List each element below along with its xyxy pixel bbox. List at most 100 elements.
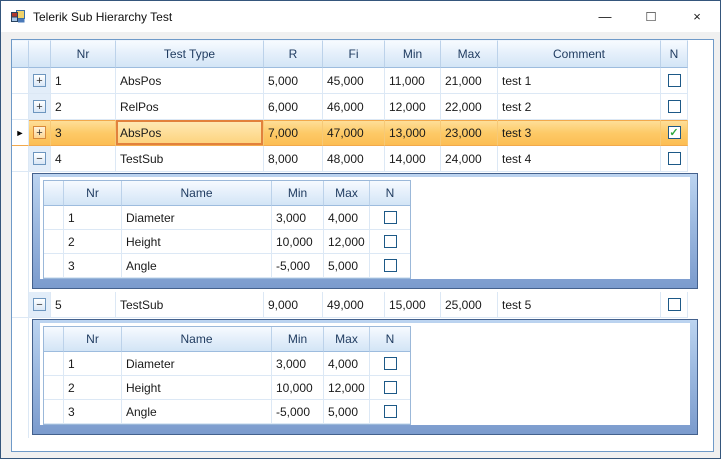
close-button[interactable]: × [674,1,720,32]
column-header-nr[interactable]: Nr [51,40,116,68]
subgrid-cell-max[interactable]: 12,000 [324,376,370,400]
column-header-max[interactable]: Max [441,40,498,68]
cell-r[interactable]: 9,000 [264,292,323,318]
cell-max[interactable]: 25,000 [441,292,498,318]
cell-test-type[interactable]: RelPos [116,94,264,120]
subgrid-cell-nr[interactable]: 2 [64,376,122,400]
subgrid-cell-nr[interactable]: 1 [64,352,122,376]
cell-test-type[interactable]: TestSub [116,146,264,172]
expand-icon[interactable]: + [33,74,46,87]
subgrid-column-header-nr[interactable]: Nr [64,181,122,206]
header-expander [29,40,51,68]
subgrid-column-header-min[interactable]: Min [272,181,324,206]
subgrid-cell-max[interactable]: 12,000 [324,230,370,254]
cell-min[interactable]: 15,000 [385,292,441,318]
cell-test-type[interactable]: AbsPos [116,68,264,94]
subgrid-cell-name[interactable]: Height [122,376,272,400]
subgrid-cell-max[interactable]: 5,000 [324,254,370,278]
cell-comment[interactable]: test 4 [498,146,661,172]
subgrid-column-header-nr[interactable]: Nr [64,327,122,352]
checkbox-checked[interactable]: ✓ [668,126,681,139]
row-filler [688,292,713,318]
column-header-fi[interactable]: Fi [323,40,385,68]
checkbox[interactable] [384,211,397,224]
subgrid-column-header-name[interactable]: Name [122,181,272,206]
subgrid-column-header-max[interactable]: Max [324,327,370,352]
cell-n [661,68,688,94]
cell-max[interactable]: 21,000 [441,68,498,94]
subgrid-header-indicator [44,327,64,352]
subgrid-cell-nr[interactable]: 2 [64,230,122,254]
minimize-button[interactable]: — [582,1,628,32]
subgrid-cell-name[interactable]: Height [122,230,272,254]
subgrid-cell-max[interactable]: 4,000 [324,206,370,230]
checkbox[interactable] [668,100,681,113]
cell-r[interactable]: 7,000 [264,120,323,146]
subgrid-column-header-n[interactable]: N [370,181,410,206]
subgrid-cell-nr[interactable]: 3 [64,400,122,424]
checkbox[interactable] [668,298,681,311]
cell-comment[interactable]: test 5 [498,292,661,318]
checkbox[interactable] [668,74,681,87]
subgrid-column-header-min[interactable]: Min [272,327,324,352]
cell-min[interactable]: 14,000 [385,146,441,172]
cell-max[interactable]: 22,000 [441,94,498,120]
subgrid-column-header-n[interactable]: N [370,327,410,352]
subgrid-cell-min[interactable]: 3,000 [272,206,324,230]
subgrid-cell-min[interactable]: 10,000 [272,230,324,254]
maximize-button[interactable]: □ [628,1,674,32]
subgrid-cell-nr[interactable]: 3 [64,254,122,278]
cell-nr[interactable]: 3 [51,120,116,146]
subgrid-cell-max[interactable]: 5,000 [324,400,370,424]
cell-comment[interactable]: test 1 [498,68,661,94]
cell-min[interactable]: 11,000 [385,68,441,94]
cell-nr[interactable]: 5 [51,292,116,318]
cell-min[interactable]: 13,000 [385,120,441,146]
cell-fi[interactable]: 48,000 [323,146,385,172]
subgrid-column-header-max[interactable]: Max [324,181,370,206]
subgrid-cell-name[interactable]: Angle [122,400,272,424]
cell-fi[interactable]: 46,000 [323,94,385,120]
checkbox[interactable] [384,381,397,394]
subgrid-cell-max[interactable]: 4,000 [324,352,370,376]
subgrid-cell-name[interactable]: Diameter [122,352,272,376]
subgrid-cell-min[interactable]: 10,000 [272,376,324,400]
cell-comment[interactable]: test 2 [498,94,661,120]
cell-r[interactable]: 8,000 [264,146,323,172]
expand-icon[interactable]: + [33,100,46,113]
cell-max[interactable]: 24,000 [441,146,498,172]
cell-nr[interactable]: 2 [51,94,116,120]
subgrid-cell-nr[interactable]: 1 [64,206,122,230]
cell-max[interactable]: 23,000 [441,120,498,146]
column-header-min[interactable]: Min [385,40,441,68]
checkbox[interactable] [384,235,397,248]
subgrid-column-header-name[interactable]: Name [122,327,272,352]
checkbox[interactable] [384,357,397,370]
column-header-n[interactable]: N [661,40,688,68]
collapse-icon[interactable]: − [33,298,46,311]
checkbox[interactable] [384,259,397,272]
cell-comment[interactable]: test 3 [498,120,661,146]
cell-r[interactable]: 5,000 [264,68,323,94]
cell-test-type[interactable]: TestSub [116,292,264,318]
checkbox[interactable] [384,405,397,418]
cell-r[interactable]: 6,000 [264,94,323,120]
collapse-icon[interactable]: − [33,152,46,165]
cell-nr[interactable]: 4 [51,146,116,172]
checkbox[interactable] [668,152,681,165]
cell-min[interactable]: 12,000 [385,94,441,120]
cell-fi[interactable]: 49,000 [323,292,385,318]
subgrid-cell-min[interactable]: -5,000 [272,254,324,278]
subgrid-cell-name[interactable]: Diameter [122,206,272,230]
cell-fi[interactable]: 45,000 [323,68,385,94]
column-header-r[interactable]: R [264,40,323,68]
cell-fi[interactable]: 47,000 [323,120,385,146]
column-header-comment[interactable]: Comment [498,40,661,68]
column-header-test-type[interactable]: Test Type [116,40,264,68]
subgrid-cell-name[interactable]: Angle [122,254,272,278]
expand-icon[interactable]: + [33,126,46,139]
current-cell-test-type[interactable]: AbsPos [116,120,264,146]
cell-nr[interactable]: 1 [51,68,116,94]
subgrid-cell-min[interactable]: -5,000 [272,400,324,424]
subgrid-cell-min[interactable]: 3,000 [272,352,324,376]
